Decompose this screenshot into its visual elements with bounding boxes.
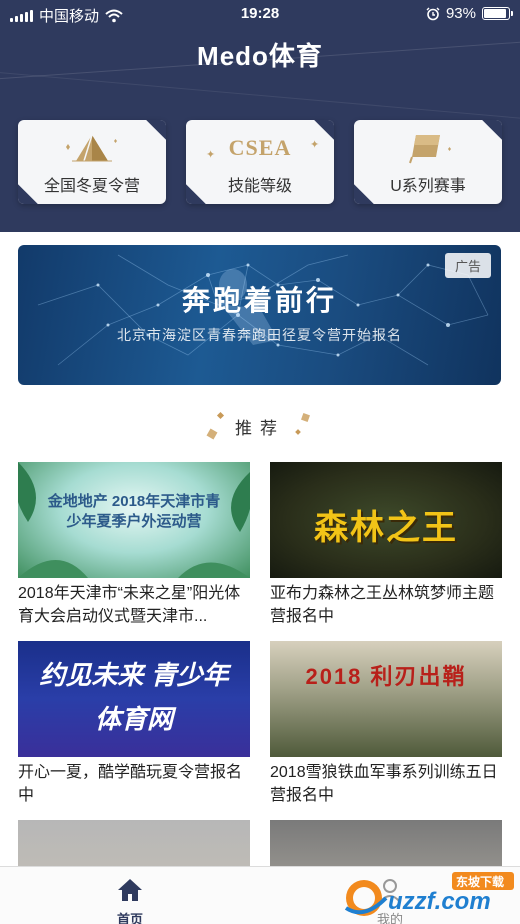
thumbnail-text: 约见未来 青少年体育网 [39, 660, 229, 734]
home-icon [118, 879, 142, 901]
banner-subtitle: 北京市海淀区青春奔跑田径夏令营开始报名 [117, 327, 402, 343]
app-title: Medo体育 [197, 41, 323, 71]
card-title: 2018雪狼铁血军事系列训练五日营报名中 [270, 764, 498, 804]
card-title: 开心一夏，酷学酷玩夏令营报名中 [18, 764, 243, 804]
card-title: 亚布力森林之王丛林筑梦师主题营报名中 [270, 585, 495, 625]
flag-icon [409, 135, 451, 164]
category-label: U系列赛事 [390, 178, 466, 195]
sparkle-icon: ✦ [206, 149, 216, 161]
thumbnail-text: 2018 利刃出鞘 [305, 664, 467, 689]
category-label: 全国冬夏令营 [43, 178, 140, 195]
category-winter-summer-camp[interactable]: 全国冬夏令营 [18, 120, 166, 204]
recommend-card[interactable]: 金地地产 2018年天津市青少年夏季户外运动营 2018年天津市“未来之星”阳光… [18, 462, 250, 628]
card-title: 2018年天津市“未来之星”阳光体育大会启动仪式暨天津市... [18, 585, 241, 625]
status-bar: 中国移动 19:28 93% [0, 0, 520, 28]
recommend-card[interactable]: 约见未来 青少年体育网 开心一夏，酷学酷玩夏令营报名中 [18, 641, 250, 807]
category-label: 技能等级 [227, 178, 292, 195]
header: 中国移动 19:28 93% Medo体育 全国冬夏令营 CSEA ✦ ✦ 技能… [0, 0, 520, 232]
card-thumbnail: 约见未来 青少年体育网 [18, 641, 250, 757]
category-u-series[interactable]: U系列赛事 [354, 120, 502, 204]
ad-tag: 广告 [444, 253, 491, 278]
battery-percent: 93% [445, 5, 476, 22]
ad-banner[interactable]: 广告 奔跑着前行 北京市海淀区青春奔跑田径夏令营开始报名 [18, 245, 501, 385]
csea-logo-icon: CSEA [228, 135, 292, 160]
category-skill-level[interactable]: CSEA ✦ ✦ 技能等级 [186, 120, 334, 204]
battery-icon [482, 7, 513, 20]
category-row: 全国冬夏令营 CSEA ✦ ✦ 技能等级 U系列赛事 [18, 120, 502, 204]
section-title: 推荐 [235, 419, 285, 438]
card-thumbnail: 2018 利刃出鞘 [270, 641, 502, 757]
watermark-logo: 东坡下载 uzzf.com [342, 868, 518, 922]
watermark-text: uzzf.com [388, 888, 491, 915]
pyramid-icon [66, 134, 117, 162]
card-thumbnail: 森林之王 [270, 462, 502, 578]
tab-label: 首页 [116, 912, 143, 924]
tab-home[interactable]: 首页 [70, 873, 190, 924]
sparkle-icon: ✦ [310, 139, 320, 151]
thumbnail-text: 森林之王 [314, 509, 458, 547]
alarm-icon [426, 7, 440, 20]
thumbnail-text: 金地地产 2018年天津市青少年夏季户外运动营 [47, 493, 221, 530]
banner-title: 奔跑着前行 [181, 285, 337, 316]
recommend-card[interactable]: 森林之王 亚布力森林之王丛林筑梦师主题营报名中 [270, 462, 502, 628]
recommend-card[interactable]: 2018 利刃出鞘 2018雪狼铁血军事系列训练五日营报名中 [270, 641, 502, 807]
card-thumbnail: 金地地产 2018年天津市青少年夏季户外运动营 [18, 462, 250, 578]
